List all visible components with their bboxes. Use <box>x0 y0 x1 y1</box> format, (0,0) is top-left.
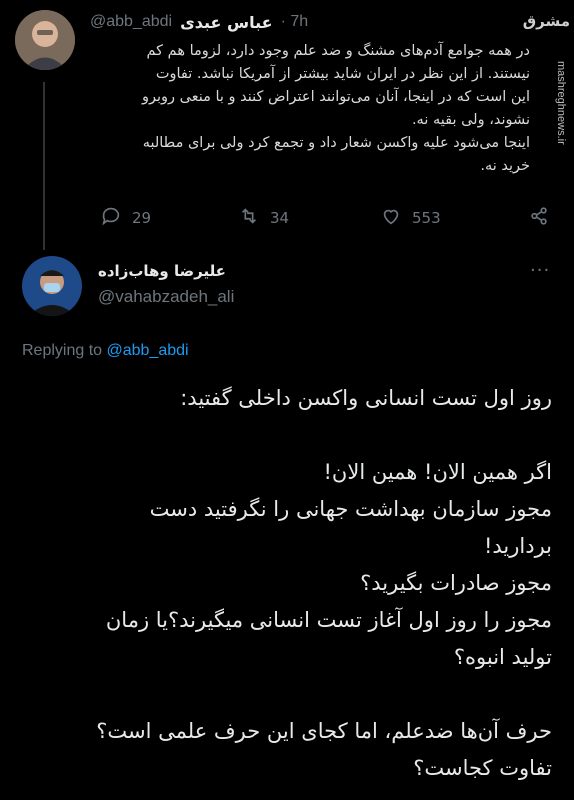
tweet1-body: در همه جوامع آدم‌های مشنگ و ضد علم وجود … <box>90 40 530 178</box>
tweet2-line: تفاوت کجاست؟ <box>413 756 552 780</box>
retweet-count: 34 <box>270 209 290 227</box>
tweet2-line <box>18 676 552 713</box>
like-count: 553 <box>412 209 441 227</box>
more-options-icon[interactable]: ··· <box>530 260 550 281</box>
tweet2-line <box>18 417 552 454</box>
replying-handle[interactable]: @abb_abdi <box>107 342 189 359</box>
tweet1-display-name[interactable]: عباس عبدی <box>180 13 272 32</box>
tweet2-line: روز اول تست انسانی واکسن داخلی گفتید: <box>180 386 552 410</box>
tweet2-line: مجوز صادرات بگیرید؟ <box>360 571 552 595</box>
tweet1-header: @abb_abdi عباس عبدی · 7h <box>90 11 420 33</box>
tweet2-line: حرف آن‌ها ضدعلم، اما کجای این حرف علمی ا… <box>96 719 552 743</box>
tweet1-line: این است که در اینجا، آنان می‌توانند اعتر… <box>141 89 530 105</box>
tweet1-line: نشوند، ولی بقیه نه. <box>411 112 530 128</box>
watermark-url: mashreghnews.ir <box>555 61 567 145</box>
retweet-icon <box>238 205 260 231</box>
tweet2-body: روز اول تست انسانی واکسن داخلی گفتید: اگ… <box>18 380 552 787</box>
tweet2-line: تولید انبوه؟ <box>453 645 552 669</box>
tweet2-line: مجوز را روز اول آغاز تست انسانی میگیرند؟… <box>105 608 552 632</box>
avatar[interactable] <box>22 256 82 316</box>
like-button[interactable]: 553 <box>380 205 441 231</box>
watermark: مشرق mashreghnews.ir <box>523 0 574 230</box>
thread-connector-line <box>43 82 45 250</box>
reply-button[interactable]: 29 <box>100 205 151 231</box>
tweet2-display-name[interactable]: علیرضا وهاب‌زاده <box>98 262 228 280</box>
tweet1-line: خرید نه. <box>480 158 530 174</box>
retweet-button[interactable]: 34 <box>238 205 289 231</box>
tweet2-handle[interactable]: @vahabzadeh_ali <box>98 287 234 307</box>
tweet1-line: اینجا می‌شود علیه واکسن شعار داد و تجمع … <box>142 135 530 151</box>
heart-icon <box>380 205 402 231</box>
reply-icon <box>100 205 122 231</box>
tweet1-line: در همه جوامع آدم‌های مشنگ و ضد علم وجود … <box>146 43 531 59</box>
avatar[interactable] <box>15 10 75 70</box>
replying-to: Replying to @abb_abdi <box>22 342 189 360</box>
tweet1-handle[interactable]: @abb_abdi <box>90 13 172 31</box>
replying-prefix: Replying to <box>22 342 103 359</box>
reply-count: 29 <box>132 209 152 227</box>
tweet2-line: اگر همین الان! همین الان! <box>323 460 553 484</box>
tweet2-line: مجوز سازمان بهداشت جهانی را نگرفتید دست <box>149 497 552 521</box>
tweet1-line: نیستند. از این نظر در ایران شاید بیشتر ا… <box>155 66 530 82</box>
tweet1-time[interactable]: · 7h <box>281 13 309 31</box>
watermark-logo: مشرق <box>522 12 570 30</box>
tweet2-line: بردارید! <box>483 534 552 558</box>
